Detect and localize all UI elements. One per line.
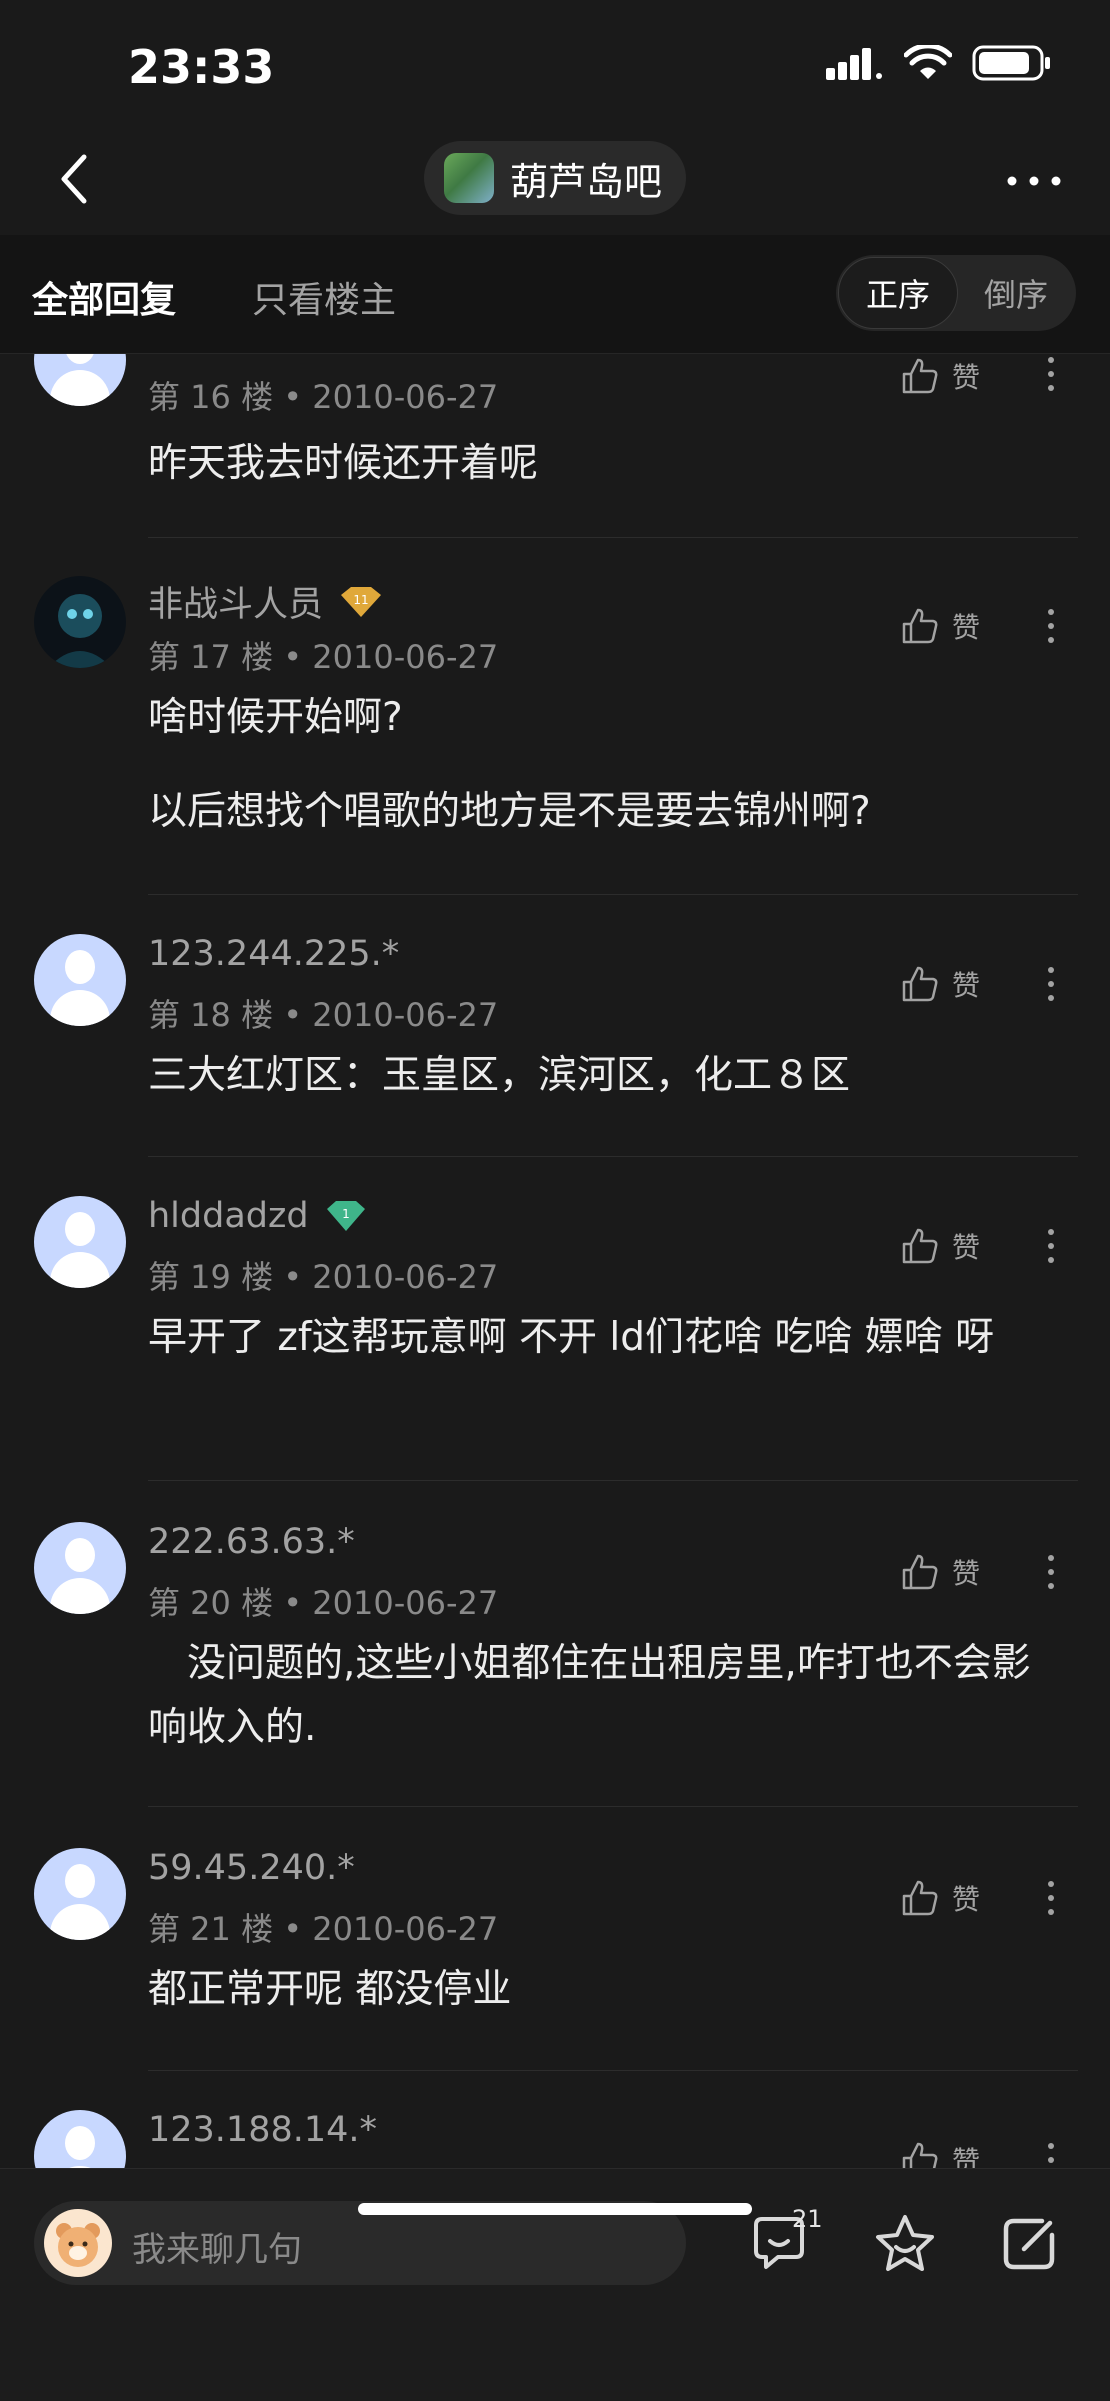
- bear-icon: [56, 2223, 100, 2267]
- floor-meta: 第 19 楼 • 2010-06-27: [148, 1258, 499, 1296]
- svg-text:1: 1: [342, 1207, 350, 1221]
- comment-more-icon[interactable]: [1044, 354, 1058, 394]
- more-options-icon[interactable]: [1004, 161, 1064, 201]
- reply-filter-bar: 全部回复 只看楼主 正序 倒序: [0, 235, 1110, 354]
- divider: [148, 1806, 1078, 1807]
- floor-meta: 第 20 楼 • 2010-06-27: [148, 1584, 499, 1622]
- level-badge-gold: 11: [341, 586, 382, 617]
- sort-asc-button[interactable]: 正序: [838, 257, 958, 329]
- username[interactable]: 123.188.14.*: [148, 2110, 377, 2150]
- favorite-star-icon[interactable]: [872, 2211, 938, 2277]
- avatar[interactable]: [34, 934, 126, 1026]
- forum-title-pill[interactable]: 葫芦岛吧: [424, 141, 687, 215]
- share-icon[interactable]: [996, 2211, 1062, 2277]
- battery-icon: [972, 45, 1050, 81]
- svg-text:11: 11: [353, 593, 368, 607]
- like-button[interactable]: 赞: [900, 1878, 980, 1918]
- avatar[interactable]: [34, 354, 126, 406]
- thumbs-up-icon: [902, 1880, 938, 1916]
- divider: [148, 1156, 1078, 1157]
- home-indicator: [358, 2203, 752, 2215]
- like-button[interactable]: 赞: [900, 356, 980, 396]
- comment-text: 三大红灯区：玉皇区，滨河区，化工８区: [148, 1053, 851, 1098]
- like-button[interactable]: 赞: [900, 1552, 980, 1592]
- username[interactable]: 非战斗人员 11: [148, 576, 385, 627]
- comment-more-icon[interactable]: [1044, 2140, 1058, 2168]
- comment-more-icon[interactable]: [1044, 1878, 1058, 1918]
- like-button[interactable]: 赞: [900, 964, 980, 1004]
- comment-text-line2: 以后想找个唱歌的地方是不是要去锦州啊?: [148, 789, 871, 834]
- like-button[interactable]: 赞: [900, 1226, 980, 1266]
- thumbs-up-icon: [902, 1554, 938, 1590]
- reply-placeholder: 我来聊几句: [132, 2230, 302, 2270]
- my-avatar: [44, 2209, 112, 2277]
- status-bar: 23:33: [0, 0, 1110, 125]
- back-icon[interactable]: [48, 149, 108, 209]
- divider: [148, 537, 1078, 538]
- signal-icon: [826, 48, 882, 80]
- thumbs-up-icon: [902, 966, 938, 1002]
- comment-more-icon[interactable]: [1044, 606, 1058, 646]
- thumbs-up-icon: [902, 1228, 938, 1264]
- like-button[interactable]: 赞: [900, 606, 980, 646]
- avatar[interactable]: [34, 1522, 126, 1614]
- comment-text: 没问题的,这些小姐都住在出租房里,咋打也不会影响收入的.: [148, 1641, 1031, 1750]
- floor-meta: 第 18 楼 • 2010-06-27: [148, 996, 499, 1034]
- comment-text: 都正常开呢 都没停业: [148, 1967, 512, 2012]
- comment-count-badge: 21: [792, 2205, 823, 2233]
- thumbs-up-icon: [902, 358, 938, 394]
- sort-order-toggle: 正序 倒序: [836, 255, 1076, 331]
- tab-owner-only[interactable]: 只看楼主: [252, 271, 396, 323]
- comment-more-icon[interactable]: [1044, 1226, 1058, 1266]
- avatar[interactable]: [34, 1196, 126, 1288]
- avatar[interactable]: [34, 2110, 126, 2168]
- comment-text: 啥时候开始啊?: [148, 695, 403, 740]
- avatar[interactable]: [34, 576, 126, 668]
- avatar[interactable]: [34, 1848, 126, 1940]
- nav-bar: 葫芦岛吧: [0, 125, 1110, 235]
- forum-thumbnail: [444, 153, 494, 203]
- like-button[interactable]: 赞: [900, 2140, 980, 2168]
- username[interactable]: 123.244.225.*: [148, 934, 399, 974]
- divider: [148, 2070, 1078, 2071]
- comment-text: 昨天我去时候还开着呢: [148, 441, 539, 486]
- floor-meta: 第 21 楼 • 2010-06-27: [148, 1910, 499, 1948]
- status-icons: [826, 44, 1052, 82]
- comment-more-icon[interactable]: [1044, 964, 1058, 1004]
- tab-all-replies[interactable]: 全部回复: [32, 271, 176, 323]
- level-badge-green: 1: [326, 1201, 365, 1231]
- status-time: 23:33: [128, 40, 275, 94]
- forum-name: 葫芦岛吧: [510, 159, 663, 204]
- username[interactable]: 59.45.240.*: [148, 1848, 355, 1888]
- comment-text: 早开了 zf这帮玩意啊 不开 ld们花啥 吃啥 嫖啥 呀: [148, 1315, 995, 1360]
- wifi-icon: [904, 45, 952, 79]
- thumbs-up-icon: [902, 608, 938, 644]
- masked-figure-icon: [48, 594, 112, 668]
- divider: [148, 1480, 1078, 1481]
- username[interactable]: 222.63.63.*: [148, 1522, 355, 1562]
- sort-desc-button[interactable]: 倒序: [956, 255, 1076, 331]
- comment-more-icon[interactable]: [1044, 1552, 1058, 1592]
- divider: [148, 894, 1078, 895]
- thumbs-up-icon: [902, 2142, 938, 2168]
- username[interactable]: hlddadzd 1: [148, 1196, 369, 1236]
- floor-meta: 第 17 楼 • 2010-06-27: [148, 638, 499, 676]
- comment-list[interactable]: 第 16 楼 • 2010-06-27 赞 昨天我去时候还开着呢 非战斗人员 1…: [0, 354, 1110, 2168]
- floor-meta: 第 16 楼 • 2010-06-27: [148, 378, 499, 416]
